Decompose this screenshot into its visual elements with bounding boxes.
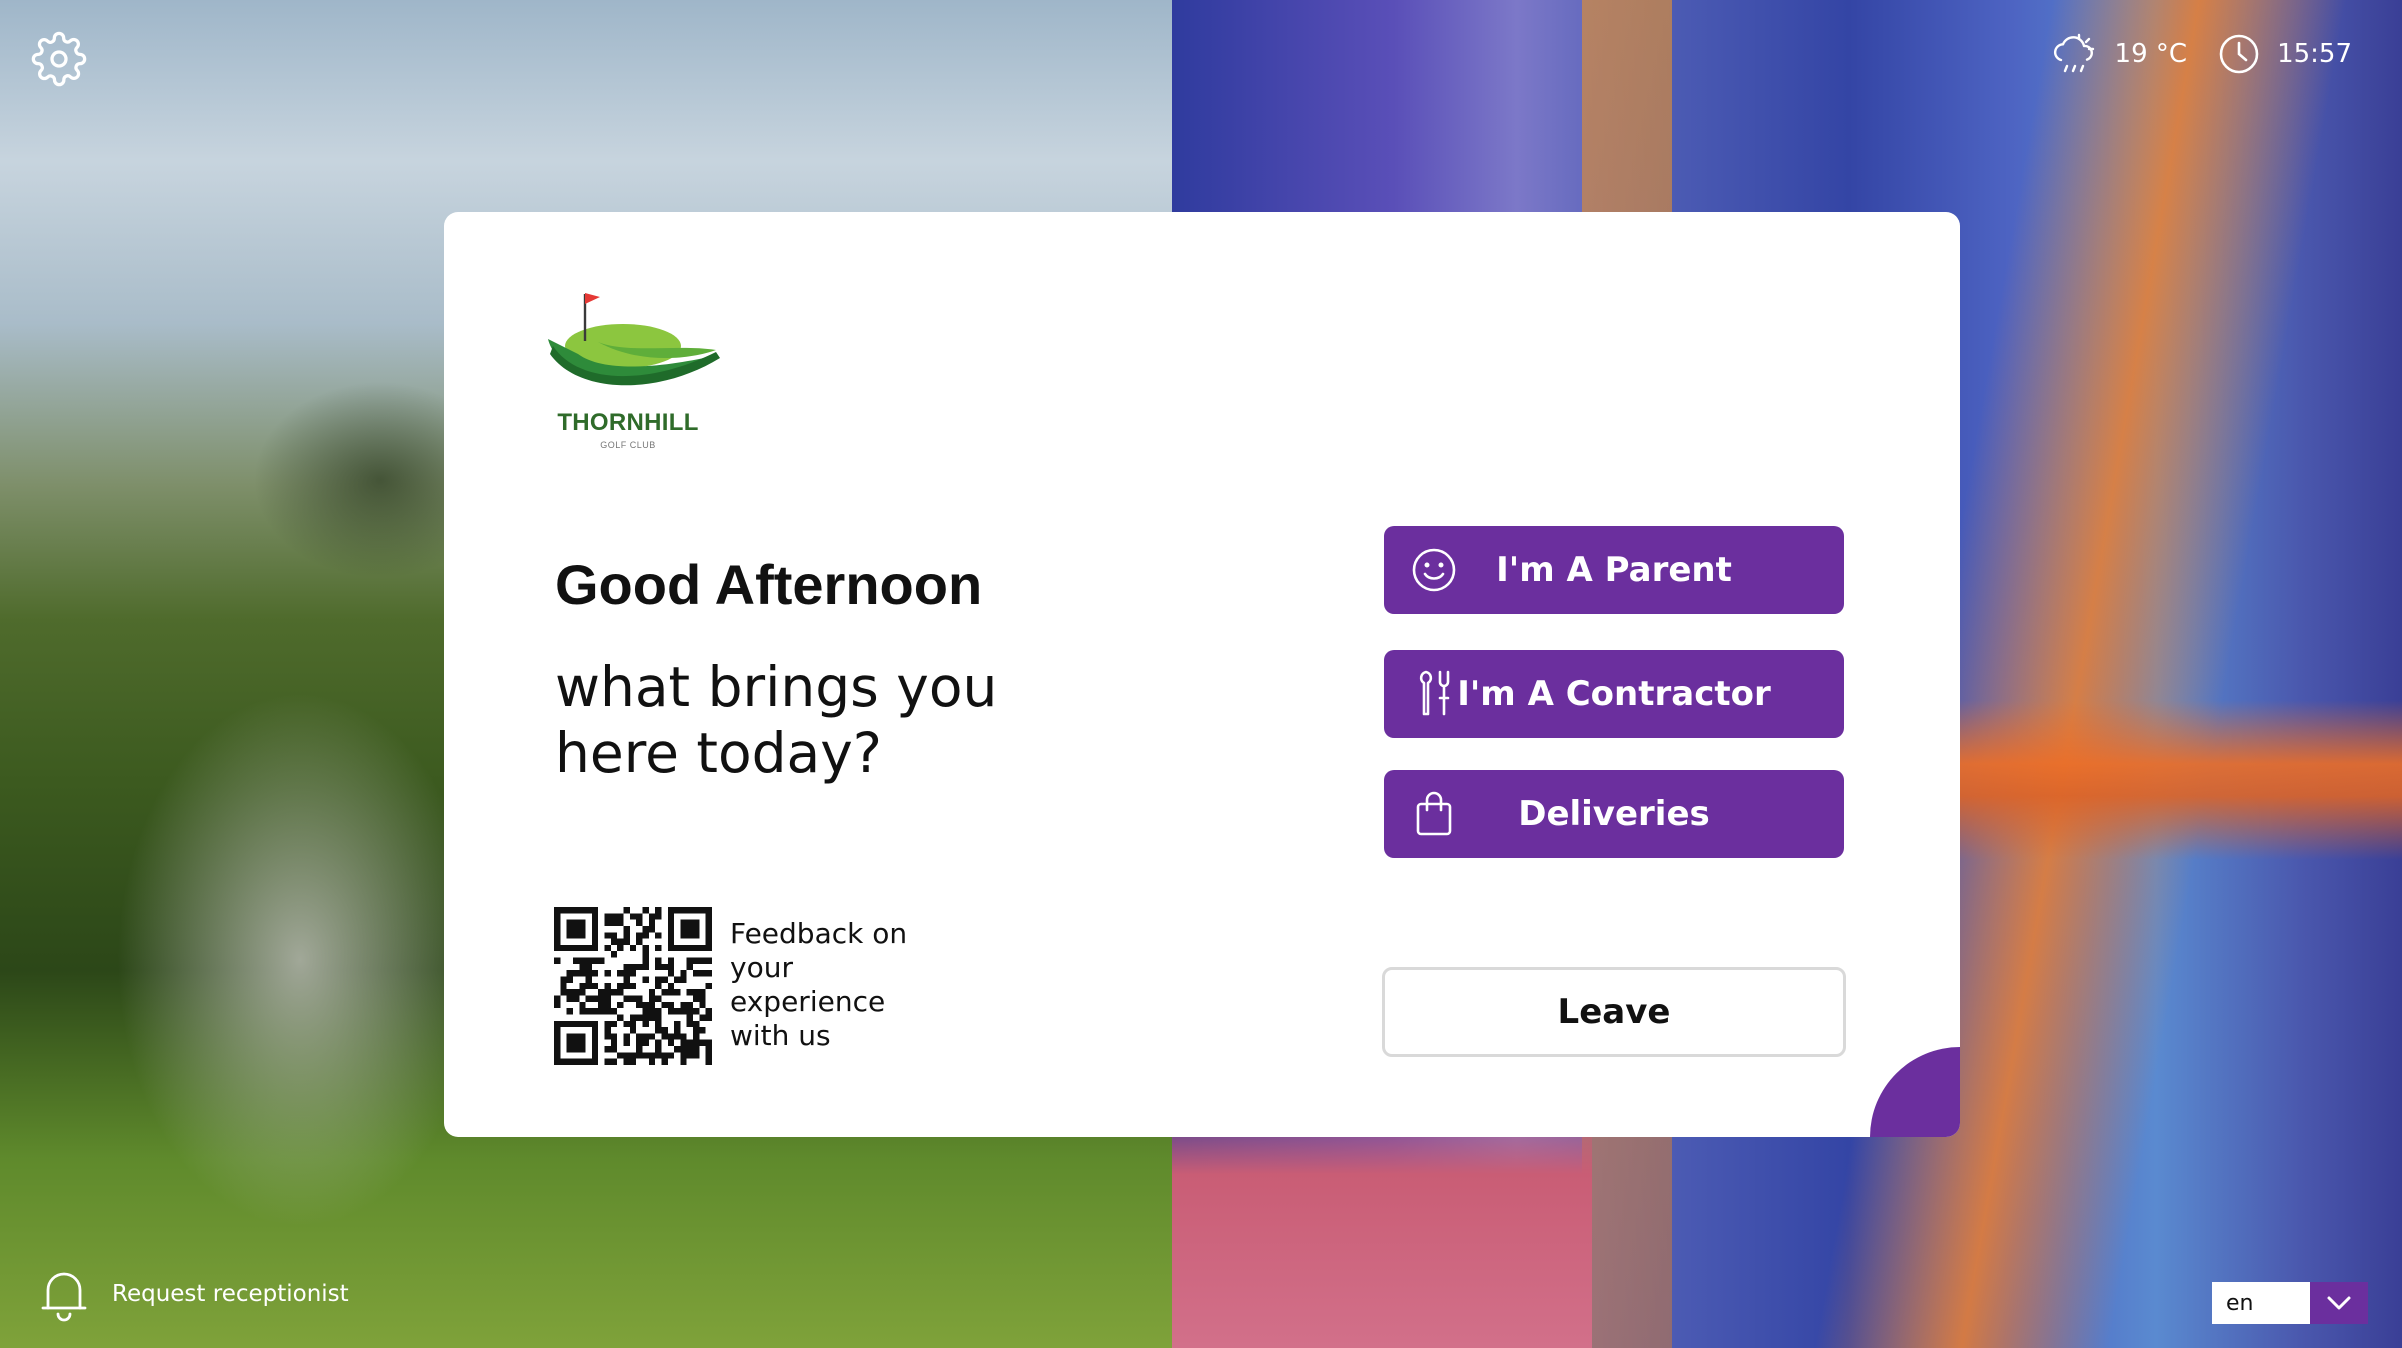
- clock-icon: [2219, 34, 2259, 74]
- logo: THORNHILL GOLF CLUB: [538, 284, 728, 469]
- cloudy-rain-sun-icon: [2053, 33, 2094, 73]
- bell-icon: [41, 1272, 87, 1322]
- tools-icon: [1408, 668, 1460, 720]
- parent-button[interactable]: I'm A Parent: [1384, 526, 1844, 614]
- background-decoration: [1172, 1100, 1592, 1348]
- settings-button[interactable]: [28, 28, 90, 90]
- deliveries-button[interactable]: Deliveries: [1384, 770, 1844, 858]
- request-receptionist-button[interactable]: Request receptionist: [38, 1266, 349, 1322]
- time: 15:57: [2277, 39, 2352, 69]
- feedback-qr[interactable]: Feedback on your experience with us: [554, 907, 930, 1065]
- contractor-button[interactable]: I'm A Contractor: [1384, 650, 1844, 738]
- language-dropdown-button[interactable]: [2310, 1282, 2368, 1324]
- gear-icon: [31, 31, 87, 87]
- corner-decoration: [1870, 1047, 1960, 1137]
- qr-code[interactable]: [554, 907, 712, 1065]
- language-current[interactable]: en: [2212, 1282, 2310, 1324]
- welcome-card: THORNHILL GOLF CLUB Good Afternoon what …: [444, 212, 1960, 1137]
- shopping-bag-icon: [1408, 788, 1460, 840]
- weather-widget: 19 °C: [2051, 30, 2188, 78]
- feedback-caption: Feedback on your experience with us: [730, 917, 908, 1052]
- greeting-heading: Good Afternoon: [555, 553, 983, 616]
- request-receptionist-label: Request receptionist: [112, 1280, 349, 1307]
- clock-widget: 15:57: [2217, 32, 2352, 76]
- chevron-down-icon: [2327, 1296, 2351, 1310]
- logo-subtitle: GOLF CLUB: [600, 440, 656, 450]
- temperature: 19 °C: [2114, 39, 2188, 69]
- question-text: what brings you here today?: [555, 655, 998, 785]
- leave-button[interactable]: Leave: [1382, 967, 1846, 1057]
- language-select[interactable]: en: [2212, 1282, 2368, 1324]
- smiley-icon: [1408, 544, 1460, 596]
- golf-club-logo-icon: [548, 293, 720, 386]
- logo-brand: THORNHILL: [557, 409, 699, 436]
- status-bar: 19 °C 15:57: [2051, 30, 2352, 78]
